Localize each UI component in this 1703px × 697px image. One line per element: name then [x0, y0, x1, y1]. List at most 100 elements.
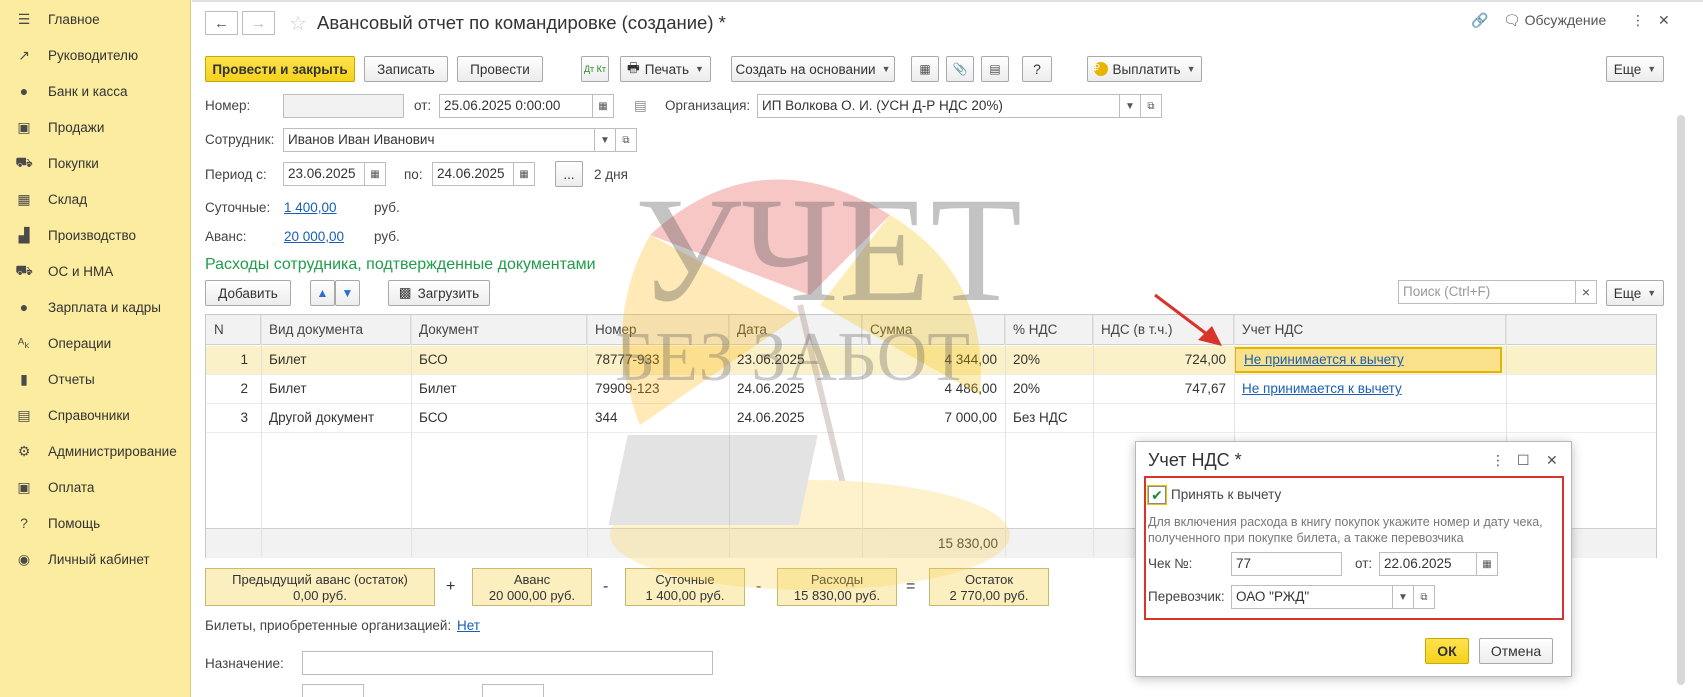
chat-icon: 🗨 [1503, 12, 1521, 28]
scrollbar[interactable] [1677, 115, 1685, 685]
create-based-on-button[interactable]: Создать на основании ▼ [731, 56, 895, 82]
ruble-coin-icon: ₽ [1093, 62, 1108, 76]
dt-kt-icon[interactable]: Дт Кт [581, 56, 609, 82]
search-clear-icon[interactable]: × [1575, 280, 1597, 304]
check-number-input[interactable]: 77 [1231, 552, 1342, 576]
period-to-label: по: [404, 167, 423, 182]
table-row[interactable]: 2 Билет Билет 79909-123 24.06.2025 4 486,00 20… [206, 375, 1656, 404]
post-and-close-button[interactable]: Провести и закрыть [205, 56, 355, 82]
discussion-button[interactable]: 🗨 Обсуждение [1503, 12, 1606, 29]
ok-button[interactable]: ОК [1425, 638, 1469, 664]
table-more-button[interactable]: Еще ▼ [1606, 280, 1664, 306]
sidebar-item[interactable]: ▟ Производство [0, 217, 191, 253]
print-button[interactable]: 🖶 Печать ▼ [620, 56, 711, 82]
help-button[interactable]: ? [1022, 56, 1052, 82]
cancel-button[interactable]: Отмена [1479, 638, 1553, 664]
column-header[interactable]: НДС (в т.ч.) [1093, 315, 1234, 345]
date-input[interactable]: 25.06.2025 0:00:00 [439, 94, 593, 118]
add-button[interactable]: Добавить [205, 280, 291, 306]
post-button[interactable]: Провести [457, 56, 543, 82]
carrier-input[interactable]: ОАО "РЖД" [1231, 585, 1393, 609]
open-icon[interactable]: ⧉ [1413, 585, 1435, 609]
tickets-link[interactable]: Нет [457, 618, 480, 633]
structure-icon[interactable]: ▦ [911, 56, 939, 82]
move-down-icon[interactable]: ▼ [335, 280, 360, 306]
column-header[interactable]: Дата [729, 315, 862, 345]
daily-link[interactable]: 1 400,00 [284, 200, 337, 215]
calendar-icon[interactable]: ▦ [592, 94, 614, 118]
report-icon[interactable]: ▤ [981, 56, 1009, 82]
calendar-icon[interactable]: ▦ [1476, 552, 1498, 576]
number-input[interactable] [283, 94, 404, 118]
period-to-input[interactable]: 24.06.2025 [432, 162, 514, 186]
vat-accounting-link[interactable]: Не принимается к вычету [1234, 347, 1502, 373]
discussion-label: Обсуждение [1524, 12, 1607, 28]
calendar-icon[interactable]: ▦ [513, 162, 535, 186]
calendar-icon[interactable]: ▦ [364, 162, 386, 186]
dropdown-arrow-icon[interactable]: ▼ [1392, 585, 1414, 609]
check-date-input[interactable]: 22.06.2025 [1379, 552, 1477, 576]
sidebar-item[interactable]: ⛟ Покупки [0, 145, 191, 181]
save-button[interactable]: Записать [364, 56, 448, 82]
sidebar-item[interactable]: ▣ Продажи [0, 109, 191, 145]
table-row[interactable]: 1 Билет БСО 78777-933 23.06.2025 4 344,00 20% 7… [206, 346, 1656, 375]
sidebar-item[interactable]: ⚙ Администрирование [0, 433, 191, 469]
back-button[interactable]: ← [205, 11, 238, 35]
column-header[interactable]: Учет НДС [1234, 315, 1506, 345]
more-vert-icon[interactable]: ⋮ [1491, 452, 1505, 469]
load-button[interactable]: ▩ Загрузить [388, 280, 490, 306]
open-icon[interactable]: ⧉ [615, 128, 637, 152]
column-header[interactable]: Документ [411, 315, 587, 345]
paperclip-icon[interactable]: 📎 [946, 56, 974, 82]
employee-input[interactable]: Иванов Иван Иванович [283, 128, 595, 152]
field-partial[interactable] [302, 684, 364, 697]
link-icon[interactable]: 🔗 [1471, 12, 1488, 29]
sidebar-item[interactable]: ☰ Главное [0, 1, 191, 37]
table-cell: 7 000,00 [944, 410, 997, 425]
sidebar-item[interactable]: ⛟ ОС и НМА [0, 253, 191, 289]
column-header[interactable]: Вид документа [261, 315, 411, 345]
table-row[interactable]: 3 Другой документ БСО 344 24.06.2025 7 000,00… [206, 404, 1656, 433]
move-up-icon[interactable]: ▲ [310, 280, 335, 306]
purpose-input[interactable] [302, 651, 713, 675]
field-partial[interactable] [482, 684, 544, 697]
sidebar-item[interactable]: ▤ Справочники [0, 397, 191, 433]
column-header[interactable]: N [206, 315, 261, 345]
sidebar-item[interactable]: ᴬₖ Операции [0, 325, 191, 361]
cart-icon: ⛟ [15, 153, 33, 170]
sidebar-item[interactable]: ? Помощь [0, 505, 191, 541]
dropdown-arrow-icon[interactable]: ▼ [594, 128, 616, 152]
column-divider [261, 315, 262, 557]
vat-accounting-link[interactable]: Не принимается к вычету [1234, 375, 1506, 403]
maximize-icon[interactable]: ☐ [1517, 452, 1530, 469]
open-icon[interactable]: ⧉ [1140, 94, 1162, 118]
check-date-label: от: [1355, 556, 1373, 571]
advance-link[interactable]: 20 000,00 [284, 229, 344, 244]
sidebar-item-label: Операции [48, 335, 112, 351]
sidebar-item[interactable]: ● Банк и касса [0, 73, 191, 109]
sidebar-item[interactable]: ▣ Оплата [0, 469, 191, 505]
sidebar-item[interactable]: ● Зарплата и кадры [0, 289, 191, 325]
sidebar-item[interactable]: ▮ Отчеты [0, 361, 191, 397]
document-icon[interactable]: ▤ [634, 98, 647, 114]
more-button[interactable]: Еще ▼ [1606, 56, 1664, 82]
period-select-button[interactable]: ... [555, 161, 583, 187]
organization-input[interactable]: ИП Волкова О. И. (УСН Д-Р НДС 20%) [757, 94, 1120, 118]
period-from-input[interactable]: 23.06.2025 [283, 162, 365, 186]
table-cell: 24.06.2025 [737, 381, 805, 396]
forward-button[interactable]: → [242, 11, 275, 35]
column-header[interactable]: % НДС [1005, 315, 1093, 345]
accept-deduction-checkbox[interactable]: ✔ [1147, 485, 1167, 505]
sidebar-item[interactable]: ◉ Личный кабинет [0, 541, 191, 577]
close-icon[interactable]: ✕ [1546, 452, 1558, 469]
pay-button[interactable]: ₽ Выплатить ▼ [1087, 56, 1202, 82]
column-header[interactable]: Сумма [862, 315, 1005, 345]
close-icon[interactable]: ✕ [1658, 12, 1670, 29]
column-header[interactable]: Номер [587, 315, 729, 345]
favorite-star-icon[interactable]: ☆ [289, 11, 307, 36]
sidebar-item[interactable]: ▦ Склад [0, 181, 191, 217]
more-vert-icon[interactable]: ⋮ [1631, 12, 1645, 29]
dropdown-arrow-icon[interactable]: ▼ [1119, 94, 1141, 118]
search-input[interactable]: Поиск (Ctrl+F) [1398, 280, 1576, 304]
sidebar-item[interactable]: ↗ Руководителю [0, 37, 191, 73]
